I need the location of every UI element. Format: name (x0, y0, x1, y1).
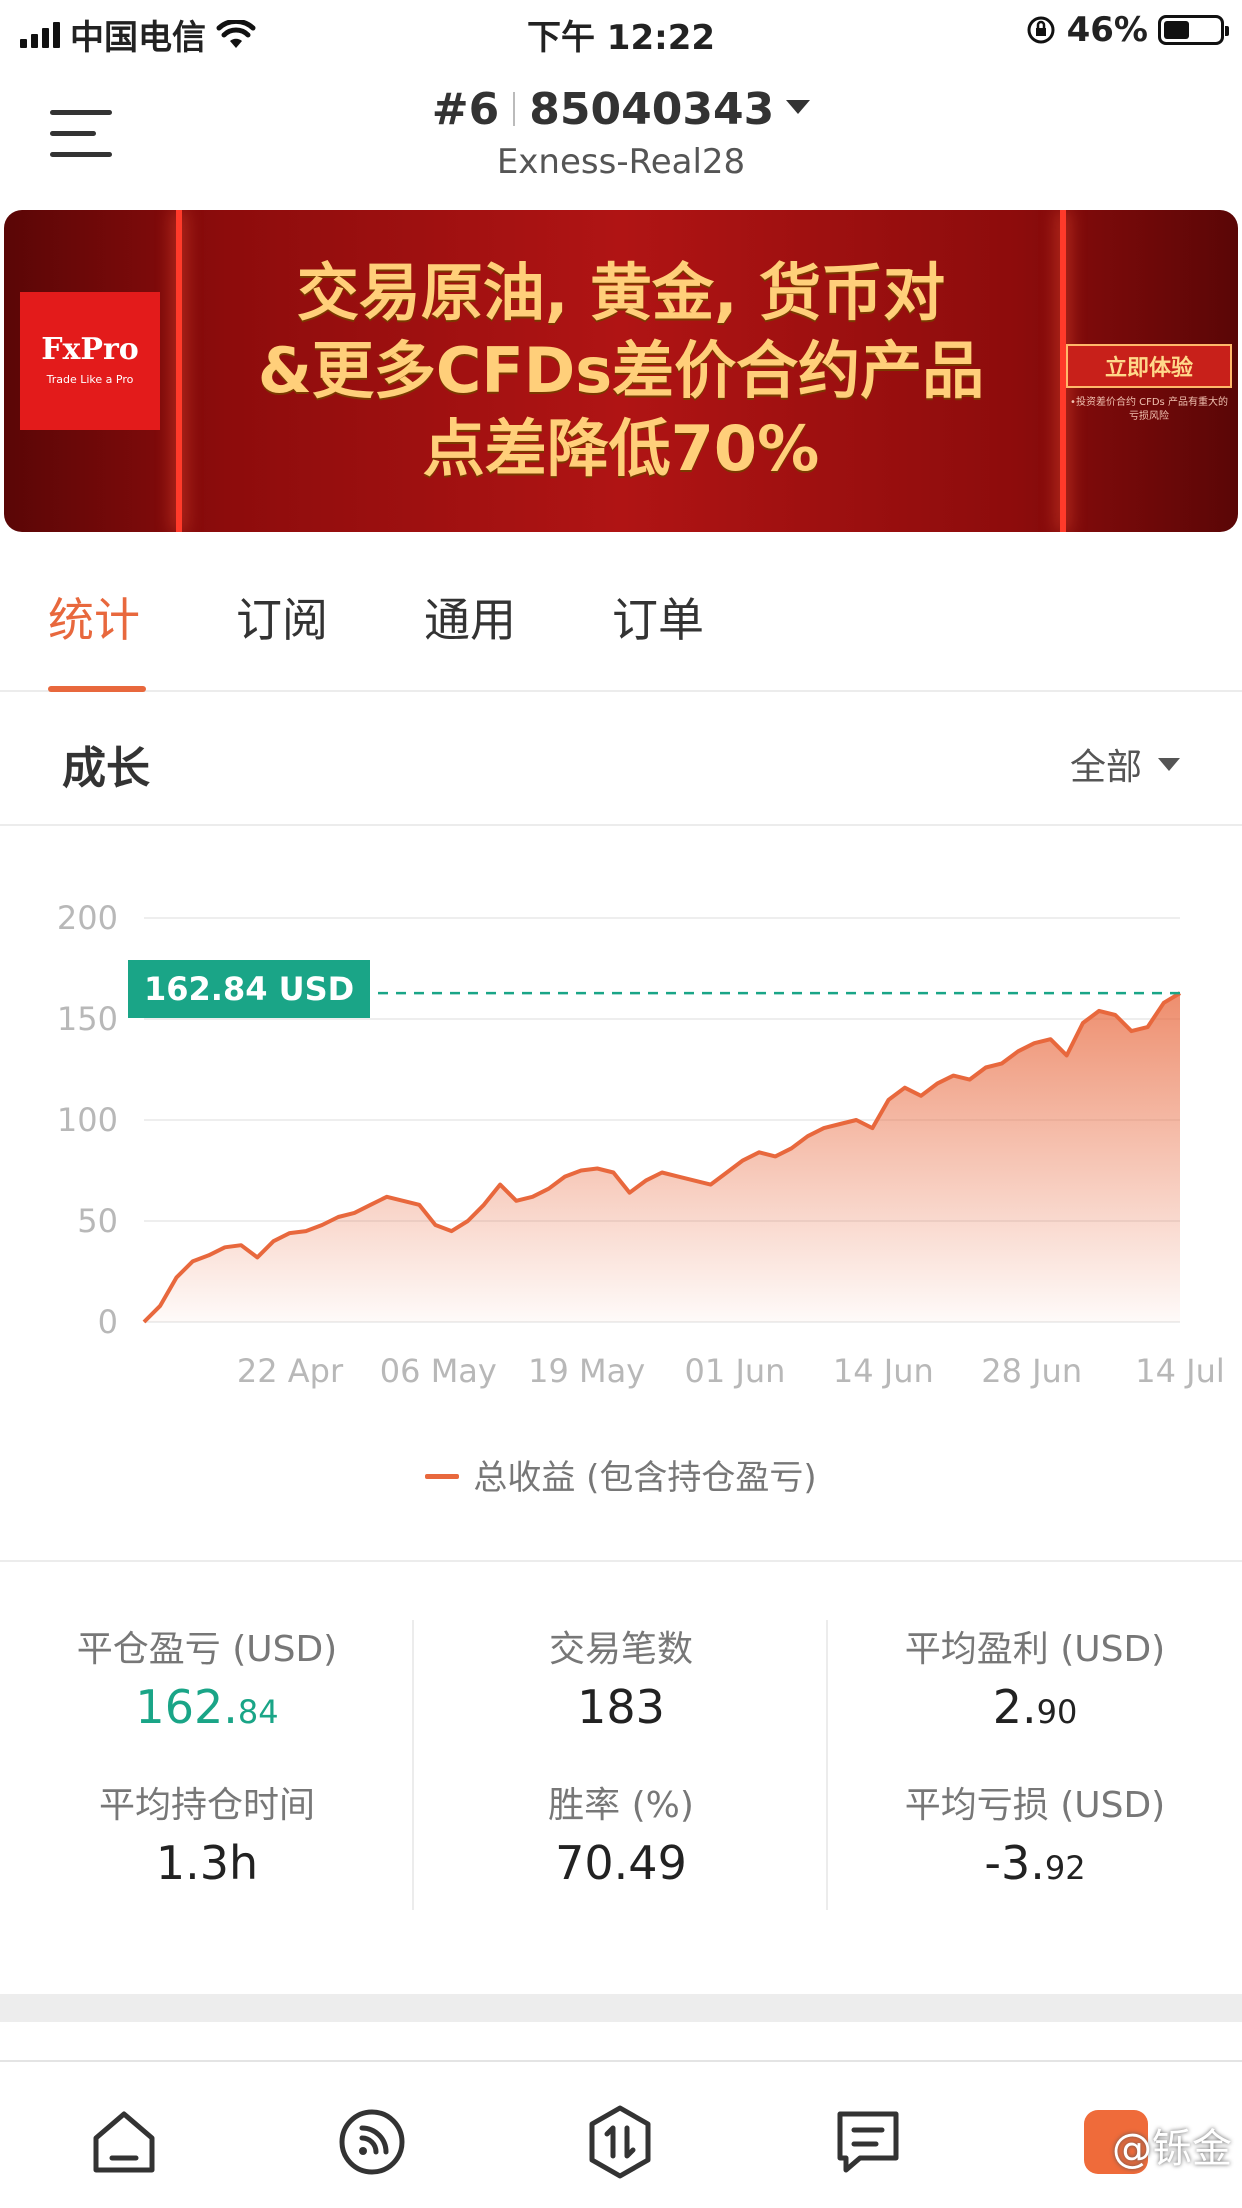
x-tick-label: 22 Apr (237, 1352, 344, 1390)
signal-icon[interactable] (332, 2102, 412, 2182)
tab-statistics[interactable]: 统计 (48, 584, 140, 650)
tab-orders[interactable]: 订单 (612, 584, 704, 650)
stat-win-rate: 胜率 (%) 70.49 (414, 1776, 828, 1890)
status-bar: 中国电信 下午 12:22 46% (0, 0, 1242, 62)
chart-legend[interactable]: 总收益 (包含持仓盈亏) (0, 1450, 1242, 1499)
tab-subscribe[interactable]: 订阅 (236, 584, 328, 650)
current-value-tag: 162.84 USD (128, 960, 371, 1019)
stat-avg-profit: 平均盈利 (USD) 2.90 (828, 1620, 1242, 1734)
stat-avg-loss: 平均亏损 (USD) -3.92 (828, 1776, 1242, 1890)
stat-value: 162.84 (135, 1680, 279, 1734)
filter-label: 全部 (1069, 747, 1142, 788)
stat-label: 平均亏损 (USD) (904, 1785, 1166, 1826)
stat-label: 交易笔数 (548, 1629, 693, 1670)
growth-chart-svg: 0 50 100 150 200 22 Apr 06 May 19 May 01 Jun 14 J… (57, 899, 1225, 1390)
x-tick-label: 01 Jun (685, 1352, 786, 1390)
battery-percent: 46% (1066, 10, 1148, 50)
bottom-nav: @铄金 (0, 2060, 1242, 2208)
stat-avg-hold-time: 平均持仓时间 1.3h (0, 1776, 414, 1890)
x-tick-label: 28 Jun (981, 1352, 1082, 1390)
banner-line: &更多CFDs差价合约产品 (257, 334, 985, 407)
stat-trade-count: 交易笔数 183 (414, 1620, 828, 1734)
message-icon[interactable] (828, 2102, 908, 2182)
risk-disclaimer: •投资差价合约 CFDs 产品有重大的亏损风险 (1070, 397, 1228, 422)
y-tick-label: 0 (98, 1303, 118, 1341)
dropdown-caret-icon (786, 100, 811, 114)
orientation-lock-icon (1027, 16, 1055, 44)
banner-glow-left (176, 210, 182, 532)
active-tab-indicator (48, 686, 146, 692)
account-index: #6 (431, 84, 500, 135)
growth-header: 成长 全部 (0, 694, 1242, 826)
stat-value: 70.49 (555, 1836, 687, 1890)
chevron-down-icon (1158, 757, 1180, 771)
x-tick-label: 06 May (380, 1352, 497, 1390)
fxpro-logo: FxPro Trade Like a Pro (20, 292, 160, 430)
divider (0, 1560, 1242, 1562)
period-filter[interactable]: 全部 (1070, 738, 1180, 790)
server-name: Exness-Real28 (496, 142, 746, 182)
banner-line: 点差降低70% (422, 412, 820, 485)
app-header: #6 85040343 Exness-Real28 (0, 70, 1242, 200)
y-tick-label: 100 (57, 1101, 118, 1139)
tab-general[interactable]: 通用 (424, 584, 516, 650)
stat-closed-pnl: 平仓盈亏 (USD) 162.84 (0, 1620, 414, 1734)
banner-line: 交易原油, 黄金, 货币对 (296, 256, 946, 329)
banner-headline: 交易原油, 黄金, 货币对 &更多CFDs差价合约产品 点差降低70% (184, 254, 1058, 488)
section-separator (0, 1994, 1242, 2022)
y-tick-label: 150 (57, 1000, 118, 1038)
stat-value: 1.3h (155, 1836, 259, 1890)
y-tick-label: 200 (57, 899, 118, 937)
banner-cta: 立即体验 •投资差价合约 CFDs 产品有重大的亏损风险 (1066, 344, 1232, 424)
x-tick-label: 14 Jun (833, 1352, 934, 1390)
battery-group: 46% (1025, 10, 1229, 50)
x-tick-label: 14 Jul (1135, 1352, 1225, 1390)
account-number: 85040343 (529, 84, 775, 135)
legend-label: 总收益 (包含持仓盈亏) (473, 1458, 817, 1498)
stat-label: 平均盈利 (USD) (904, 1629, 1166, 1670)
y-tick-label: 50 (77, 1202, 118, 1240)
stat-label: 平均持仓时间 (98, 1785, 315, 1826)
section-title: 成长 (62, 743, 150, 794)
series-area (144, 993, 1180, 1322)
tab-bar: 统计 订阅 通用 订单 (0, 540, 1242, 692)
stat-value: 183 (577, 1680, 665, 1734)
legend-swatch (425, 1474, 460, 1479)
watermark: @铄金 (1112, 2126, 1232, 2172)
trade-icon[interactable] (580, 2102, 660, 2182)
promo-banner[interactable]: FxPro Trade Like a Pro 交易原油, 黄金, 货币对 &更多… (4, 210, 1238, 532)
stats-grid: 平仓盈亏 (USD) 162.84 交易笔数 183 平均盈利 (USD) 2.… (0, 1600, 1242, 1920)
account-selector[interactable]: #6 85040343 (0, 84, 1242, 135)
growth-chart: 0 50 100 150 200 22 Apr 06 May 19 May 01 Jun 14 J… (0, 830, 1242, 1560)
stat-value: -3.92 (984, 1836, 1086, 1890)
x-tick-label: 19 May (528, 1352, 645, 1390)
home-icon[interactable] (84, 2102, 164, 2182)
try-now-button[interactable]: 立即体验 (1066, 344, 1232, 388)
battery-icon (1158, 15, 1229, 45)
stat-label: 胜率 (%) (548, 1785, 694, 1826)
stat-value: 2.90 (992, 1680, 1078, 1734)
brand-tagline: Trade Like a Pro (46, 373, 134, 386)
brand-name: FxPro (41, 332, 139, 367)
stat-label: 平仓盈亏 (USD) (76, 1629, 338, 1670)
